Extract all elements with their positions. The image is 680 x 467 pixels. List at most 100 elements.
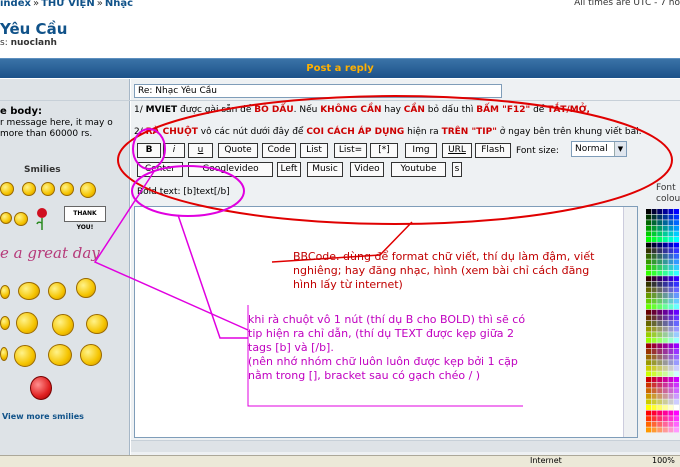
angry-smiley-icon[interactable] (30, 376, 52, 400)
colour-swatch[interactable] (651, 315, 657, 321)
colour-swatch[interactable] (657, 399, 663, 405)
list-button[interactable]: List (300, 143, 328, 158)
colour-swatch[interactable] (674, 237, 679, 242)
breadcrumb-index[interactable]: index (0, 0, 31, 9)
colour-swatch[interactable] (657, 405, 663, 410)
view-more-smilies-link[interactable]: View more smilies (2, 412, 84, 421)
colour-swatch[interactable] (651, 388, 657, 394)
colour-swatch[interactable] (651, 382, 657, 388)
colour-swatch[interactable] (668, 349, 674, 354)
colour-swatch[interactable] (668, 332, 674, 338)
colour-swatch[interactable] (674, 349, 679, 354)
colour-swatch[interactable] (651, 281, 657, 287)
quote-button[interactable]: Quote (218, 143, 258, 158)
colour-swatch[interactable] (674, 214, 679, 220)
colour-swatch[interactable] (668, 343, 674, 349)
colour-swatch[interactable] (657, 281, 663, 287)
colour-swatch[interactable] (651, 321, 657, 326)
colour-swatch[interactable] (646, 421, 651, 427)
colour-swatch[interactable] (657, 349, 663, 354)
colour-swatch[interactable] (646, 304, 651, 310)
colour-swatch[interactable] (651, 287, 657, 293)
colour-swatch[interactable] (662, 281, 668, 287)
colour-swatch[interactable] (662, 405, 668, 410)
colour-swatch[interactable] (646, 427, 651, 433)
colour-swatch[interactable] (651, 332, 657, 338)
colour-swatch[interactable] (668, 293, 674, 298)
colour-swatch[interactable] (646, 371, 651, 377)
colour-swatch[interactable] (646, 265, 651, 270)
thank-you-smiley[interactable]: THANK YOU! (64, 206, 106, 231)
left-button[interactable]: Left (277, 162, 301, 177)
colour-swatch[interactable] (657, 220, 663, 226)
colour-swatch[interactable] (662, 421, 668, 427)
colour-swatch[interactable] (668, 253, 674, 259)
colour-swatch[interactable] (651, 304, 657, 310)
strike-button[interactable]: s (452, 162, 462, 177)
colour-swatch[interactable] (668, 298, 674, 304)
colour-swatch[interactable] (662, 343, 668, 349)
smiley-icon[interactable] (0, 347, 8, 361)
colour-swatch[interactable] (668, 281, 674, 287)
colour-swatch[interactable] (646, 399, 651, 405)
colour-swatch[interactable] (674, 416, 679, 422)
colour-swatch[interactable] (651, 214, 657, 220)
colour-swatch[interactable] (662, 248, 668, 254)
colour-swatch[interactable] (668, 220, 674, 226)
colour-swatch[interactable] (662, 304, 668, 310)
colour-swatch[interactable] (668, 393, 674, 399)
colour-swatch[interactable] (651, 237, 657, 242)
colour-swatch[interactable] (674, 298, 679, 304)
colour-swatch[interactable] (657, 298, 663, 304)
colour-swatch[interactable] (662, 349, 668, 354)
colour-swatch[interactable] (668, 416, 674, 422)
colour-swatch[interactable] (674, 225, 679, 231)
colour-swatch[interactable] (651, 416, 657, 422)
colour-swatch[interactable] (651, 405, 657, 410)
colour-swatch[interactable] (668, 399, 674, 405)
colour-swatch[interactable] (646, 225, 651, 231)
colour-swatch[interactable] (668, 382, 674, 388)
colour-swatch[interactable] (651, 309, 657, 315)
colour-swatch[interactable] (651, 220, 657, 226)
colour-swatch[interactable] (657, 248, 663, 254)
colour-swatch[interactable] (662, 209, 668, 214)
colour-swatch[interactable] (646, 343, 651, 349)
smiley-icon[interactable] (80, 344, 102, 366)
colour-swatch[interactable] (662, 259, 668, 265)
smiley-icon[interactable] (0, 285, 10, 299)
colour-swatch[interactable] (662, 365, 668, 371)
colour-swatch[interactable] (674, 405, 679, 410)
colour-swatch[interactable] (668, 304, 674, 310)
colour-swatch[interactable] (657, 276, 663, 282)
colour-swatch[interactable] (646, 220, 651, 226)
url-button[interactable]: URL (442, 143, 472, 158)
colour-swatch[interactable] (646, 287, 651, 293)
colour-swatch[interactable] (651, 253, 657, 259)
colour-swatch[interactable] (662, 410, 668, 416)
colour-swatch[interactable] (662, 265, 668, 270)
smiley-icon[interactable] (14, 212, 28, 226)
colour-swatch[interactable] (646, 309, 651, 315)
colour-swatch[interactable] (657, 237, 663, 242)
img-button[interactable]: Img (405, 143, 437, 158)
colour-swatch[interactable] (657, 332, 663, 338)
colour-swatch[interactable] (662, 309, 668, 315)
colour-swatch[interactable] (668, 248, 674, 254)
colour-swatch[interactable] (651, 393, 657, 399)
colour-swatch[interactable] (651, 399, 657, 405)
colour-swatch[interactable] (657, 270, 663, 276)
colour-swatch[interactable] (662, 337, 668, 343)
colour-swatch[interactable] (674, 393, 679, 399)
rose-icon[interactable] (36, 208, 48, 230)
colour-swatch[interactable] (646, 332, 651, 338)
colour-swatch[interactable] (674, 354, 679, 360)
smiley-icon[interactable] (18, 282, 40, 300)
great-day-smiley[interactable]: e a great day (0, 244, 100, 262)
colour-swatch[interactable] (646, 326, 651, 332)
colour-swatch[interactable] (662, 298, 668, 304)
colour-swatch[interactable] (674, 265, 679, 270)
colour-swatch[interactable] (674, 377, 679, 382)
colour-swatch[interactable] (646, 349, 651, 354)
colour-swatch[interactable] (668, 321, 674, 326)
